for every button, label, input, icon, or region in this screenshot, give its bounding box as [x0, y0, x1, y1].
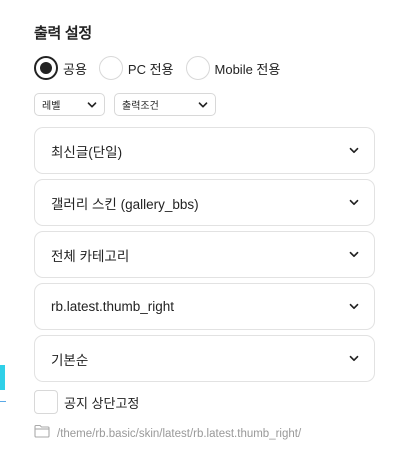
- radio-mobile-only-label: Mobile 전용: [214, 61, 281, 77]
- category-value: 전체 카테고리: [51, 248, 130, 264]
- chevron-down-icon: [349, 146, 359, 156]
- order-value: 기본순: [51, 352, 89, 368]
- left-accent-line: [0, 401, 6, 402]
- order-select[interactable]: 기본순: [34, 335, 375, 382]
- condition-select-value: 출력조건: [122, 101, 159, 112]
- radio-circle-checked: [34, 56, 58, 80]
- radio-common-label: 공용: [63, 61, 87, 77]
- chevron-down-icon: [349, 302, 359, 312]
- chevron-down-icon: [198, 100, 208, 110]
- chevron-down-icon: [349, 198, 359, 208]
- level-select-value: 레벨: [42, 101, 61, 112]
- skin-path-row: /theme/rb.basic/skin/latest/rb.latest.th…: [34, 424, 301, 443]
- radio-pc-only[interactable]: PC 전용: [98, 56, 174, 80]
- notice-pin-checkbox-row[interactable]: 공지 상단고정: [34, 390, 139, 414]
- left-accent-bar: [0, 365, 5, 390]
- chevron-down-icon: [349, 354, 359, 364]
- radio-mobile-only[interactable]: Mobile 전용: [185, 56, 281, 80]
- skin-select[interactable]: 갤러리 스킨 (gallery_bbs): [34, 179, 375, 226]
- category-select[interactable]: 전체 카테고리: [34, 231, 375, 278]
- skin-value: 갤러리 스킨 (gallery_bbs): [51, 196, 199, 212]
- radio-common[interactable]: 공용: [34, 56, 87, 80]
- source-type-value: 최신글(단일): [51, 144, 123, 160]
- condition-select[interactable]: 출력조건: [114, 93, 216, 116]
- level-select[interactable]: 레벨: [34, 93, 105, 116]
- section-title: 출력 설정: [34, 25, 92, 42]
- source-type-select[interactable]: 최신글(단일): [34, 127, 375, 174]
- radio-circle: [98, 56, 123, 80]
- notice-pin-label: 공지 상단고정: [64, 395, 140, 411]
- layout-value: rb.latest.thumb_right: [51, 299, 175, 314]
- skin-path-text: /theme/rb.basic/skin/latest/rb.latest.th…: [57, 427, 302, 440]
- chevron-down-icon: [87, 100, 97, 110]
- folder-icon: [34, 424, 50, 443]
- notice-pin-checkbox[interactable]: [34, 390, 58, 414]
- radio-dot: [40, 62, 52, 74]
- output-target-radio-group: 공용 PC 전용 Mobile 전용: [34, 55, 292, 81]
- layout-select[interactable]: rb.latest.thumb_right: [34, 283, 375, 330]
- radio-circle: [185, 56, 210, 80]
- radio-pc-only-label: PC 전용: [127, 61, 174, 77]
- chevron-down-icon: [349, 250, 359, 260]
